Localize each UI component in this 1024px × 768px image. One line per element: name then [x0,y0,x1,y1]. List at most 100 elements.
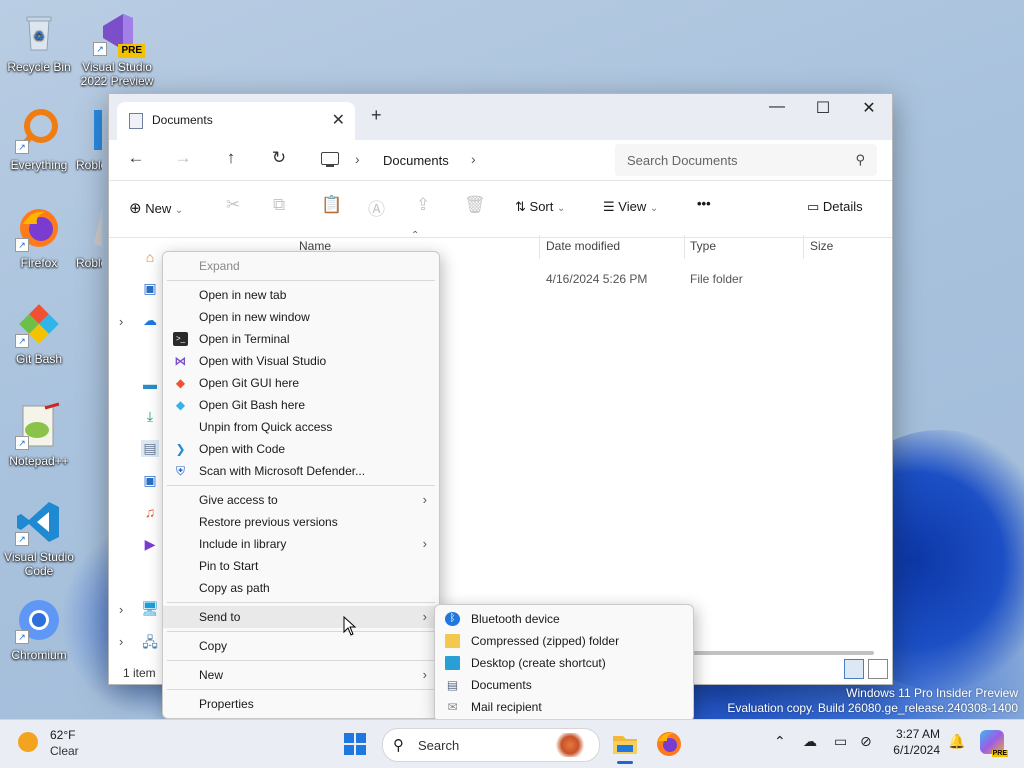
downloads-icon[interactable]: ⤓ [141,408,159,425]
new-tab-button[interactable]: + [371,105,382,126]
close-tab-icon[interactable]: ✕ [332,110,345,130]
menu-item-open-git-bash[interactable]: ◆ Open Git Bash here [163,394,439,416]
menu-item-open-with-visual-studio[interactable]: ⋈ Open with Visual Studio [163,350,439,372]
expand-chevron-icon[interactable]: › [119,634,123,649]
menu-item-unpin-from-quick-access[interactable]: Unpin from Quick access [163,416,439,438]
address-box[interactable]: › Documents › [311,144,601,176]
rename-icon[interactable]: Ⓐ [368,195,385,220]
menu-item-open-with-code[interactable]: ❯ Open with Code [163,438,439,460]
expand-chevron-icon[interactable]: › [119,314,123,329]
maximize-button[interactable]: ☐ [800,98,846,118]
column-divider[interactable] [539,235,540,259]
music-icon[interactable]: ♫ [141,504,159,520]
desktop-icon-git-bash[interactable]: ↗ Git Bash [0,300,78,366]
up-button[interactable]: ↑ [216,148,246,168]
menu-item-scan-with-defender[interactable]: ⛨ Scan with Microsoft Defender... [163,460,439,482]
column-header-date-modified[interactable]: Date modified [546,239,620,253]
onedrive-tray-icon[interactable]: ☁ [803,733,817,750]
delete-icon[interactable]: 🗑 [464,195,486,215]
menu-item-copy[interactable]: Copy [163,635,439,657]
onedrive-icon[interactable]: ☁ [141,312,159,329]
send-to-mail-recipient[interactable]: ✉ Mail recipient [435,696,693,718]
breadcrumb-current[interactable]: Documents [383,153,449,168]
column-header-type[interactable]: Type [690,239,716,253]
menu-item-expand[interactable]: Expand [163,255,439,277]
refresh-button[interactable]: ↻ [264,148,294,168]
copy-icon[interactable]: ⧉ [273,195,285,215]
vscode-icon: ❯ [175,442,186,456]
tiles-view-icon[interactable] [868,659,888,679]
send-to-compressed-folder[interactable]: Compressed (zipped) folder [435,630,693,652]
send-to-desktop-shortcut[interactable]: Desktop (create shortcut) [435,652,693,674]
display-tray-icon[interactable]: ▭ [834,733,847,750]
firefox-icon [657,732,681,756]
sort-button[interactable]: ⇅ Sort ⌄ [515,199,565,215]
desktop-icon-visual-studio-2022-preview[interactable]: PRE ↗ Visual Studio 2022 Preview [78,8,156,88]
shortcut-arrow-icon: ↗ [15,334,29,348]
start-button[interactable] [344,733,366,755]
firefox-icon: ↗ [15,204,63,252]
paste-icon[interactable]: 📋 [321,195,342,215]
this-pc-nav-icon[interactable]: 🖥 [141,600,159,617]
more-options-button[interactable]: ••• [697,196,711,211]
sort-label: Sort [529,199,554,214]
desktop-icon-roblox[interactable]: Roblo [62,106,102,172]
send-to-documents[interactable]: ▤ Documents [435,674,693,696]
desktop-folder-icon[interactable]: ▬ [141,376,159,392]
menu-item-restore-previous-versions[interactable]: Restore previous versions [163,511,439,533]
menu-item-label: Properties [199,697,254,711]
expand-chevron-icon[interactable]: › [119,602,123,617]
roblox-icon [92,106,102,154]
menu-item-include-in-library[interactable]: Include in library › [163,533,439,555]
desktop-icon-chromium[interactable]: ↗ Chromium [0,596,78,662]
send-to-bluetooth-device[interactable]: ᛒ Bluetooth device [435,608,693,630]
menu-item-copy-as-path[interactable]: Copy as path [163,577,439,599]
forward-button[interactable]: → [168,148,198,168]
menu-item-open-git-gui[interactable]: ◆ Open Git GUI here [163,372,439,394]
clock[interactable]: 3:27 AM 6/1/2024 [866,726,940,758]
desktop-icon-vscode[interactable]: ↗ Visual Studio Code [0,498,78,578]
breadcrumb-separator[interactable]: › [471,151,476,167]
network-icon[interactable]: 🖧 [141,632,159,656]
documents-nav-icon[interactable]: ▤ [141,440,159,457]
copilot-icon[interactable]: PRE [980,730,1008,757]
tab-documents[interactable]: Documents ✕ [117,102,355,140]
menu-item-properties[interactable]: Properties [163,693,439,715]
desktop-icon-notepad-plus-plus[interactable]: ↗ Notepad++ [0,402,78,468]
menu-item-open-in-terminal[interactable]: >_ Open in Terminal [163,328,439,350]
back-button[interactable]: ← [121,148,151,168]
gallery-icon[interactable]: ▣ [141,280,159,297]
view-button[interactable]: ☰ View ⌄ [603,199,658,215]
show-hidden-icons-chevron[interactable]: ⌃ [774,733,786,750]
menu-item-open-in-new-window[interactable]: Open in new window [163,306,439,328]
close-window-button[interactable]: ✕ [846,98,892,118]
details-view-icon[interactable] [844,659,864,679]
desktop-icon-recycle-bin[interactable]: ♻ Recycle Bin [0,8,78,74]
videos-icon[interactable]: ▶ [141,536,159,553]
details-button[interactable]: ▭ Details [807,199,863,215]
menu-item-pin-to-start[interactable]: Pin to Start [163,555,439,577]
column-divider[interactable] [803,235,804,259]
menu-item-open-in-new-tab[interactable]: Open in new tab [163,284,439,306]
notification-bell-icon[interactable]: 🔔 [948,733,965,750]
minimize-button[interactable]: — [754,98,800,116]
new-button[interactable]: ⊕ New ⌄ [129,199,183,217]
taskbar-firefox[interactable] [653,728,685,760]
pictures-icon[interactable]: ▣ [141,472,159,489]
desktop-icon-label: Visual Studio 2022 Preview [80,60,154,88]
home-icon[interactable]: ⌂ [141,249,159,265]
menu-item-give-access-to[interactable]: Give access to › [163,489,439,511]
shortcut-arrow-icon: ↗ [15,436,29,450]
menu-item-send-to[interactable]: Send to › [163,606,439,628]
taskbar-search[interactable]: ⚲ Search [382,728,600,762]
taskbar-file-explorer[interactable] [609,728,641,764]
desktop-icon-roblox[interactable]: Roblo [62,204,102,270]
column-header-size[interactable]: Size [810,239,833,253]
title-bar: Documents ✕ + — ☐ ✕ [109,94,892,140]
cut-icon[interactable]: ✂ [226,195,240,215]
shortcut-arrow-icon: ↗ [15,238,29,252]
column-divider[interactable] [684,235,685,259]
share-icon[interactable]: ⇪ [416,195,430,215]
search-box[interactable]: Search Documents ⚲ [615,144,877,176]
menu-item-new[interactable]: New › [163,664,439,686]
